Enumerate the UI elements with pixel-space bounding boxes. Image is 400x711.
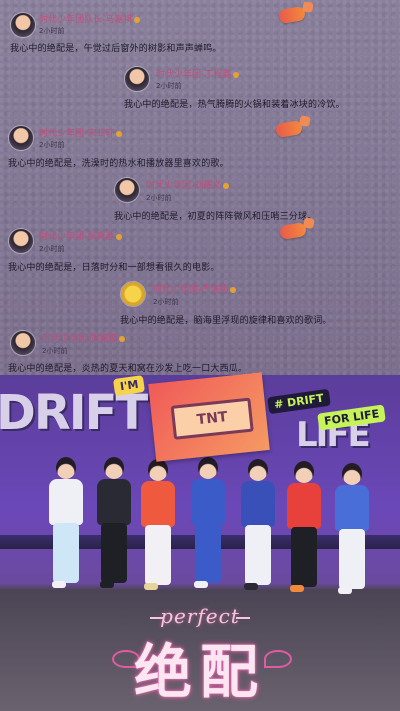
verified-badge-icon — [116, 130, 123, 137]
verified-badge-icon — [119, 335, 126, 342]
post-time: 2小时前 — [42, 347, 68, 355]
post-time: 2小时前 — [146, 194, 172, 202]
post-author[interactable]: 时代少年团-贺峻霖 — [42, 331, 126, 344]
post-time: 2小时前 — [153, 298, 179, 306]
post-author[interactable]: 时代少年团-丁程鑫 — [156, 67, 240, 80]
avatar[interactable] — [114, 177, 140, 203]
banner-label: TNT — [170, 397, 254, 440]
post-author[interactable]: 时代少年团-严浩翔 — [153, 282, 237, 295]
title-juepei: 绝配 — [133, 638, 266, 706]
post-author[interactable]: 时代少年团-宋亚轩 — [39, 126, 123, 139]
post-time: 2小时前 — [39, 141, 65, 149]
avatar[interactable] — [10, 12, 36, 38]
verified-badge-icon — [116, 233, 123, 240]
post-time: 2小时前 — [39, 245, 65, 253]
tnt-banner: TNT — [148, 372, 270, 462]
verified-badge-icon — [233, 71, 240, 78]
post-author[interactable]: 时代少年团队长-马嘉祺 — [39, 12, 141, 25]
post-text: 我心中的绝配是，初夏的阵阵微风和压哨三分球。 — [114, 212, 317, 222]
avatar[interactable] — [8, 125, 34, 151]
post-time: 2小时前 — [39, 27, 65, 35]
devil-wing-right-icon — [264, 650, 292, 668]
post-author[interactable]: 时代少年团-张真源 — [39, 229, 123, 242]
verified-badge-icon — [223, 182, 230, 189]
post-text: 我心中的绝配是，热气腾腾的火锅和装着冰块的冷饮。 — [124, 100, 345, 110]
post-time: 2小时前 — [156, 82, 182, 90]
avatar[interactable] — [10, 330, 36, 356]
verified-badge-icon — [230, 286, 237, 293]
post-text: 我心中的绝配是，炎热的夏天和窝在沙发上吃一口大西瓜。 — [8, 364, 248, 374]
post-text: 我心中的绝配是，脑海里浮现的旋律和喜欢的歌词。 — [120, 316, 332, 326]
tag-drift: # DRIFT — [267, 388, 331, 415]
avatar[interactable] — [8, 228, 34, 254]
post-text: 我心中的绝配是，洗澡时的热水和播放器里喜欢的歌。 — [8, 159, 229, 169]
verified-badge-icon — [134, 16, 141, 23]
post-text: 我心中的绝配是，午觉过后窗外的树影和声声蝉鸣。 — [10, 44, 222, 54]
dash-right — [236, 617, 250, 619]
post-author[interactable]: 时代少年团-刘耀文 — [146, 178, 230, 191]
avatar[interactable] — [120, 281, 146, 307]
avatar[interactable] — [124, 66, 150, 92]
post-text: 我心中的绝配是，日落时分和一部想看很久的电影。 — [8, 263, 220, 273]
